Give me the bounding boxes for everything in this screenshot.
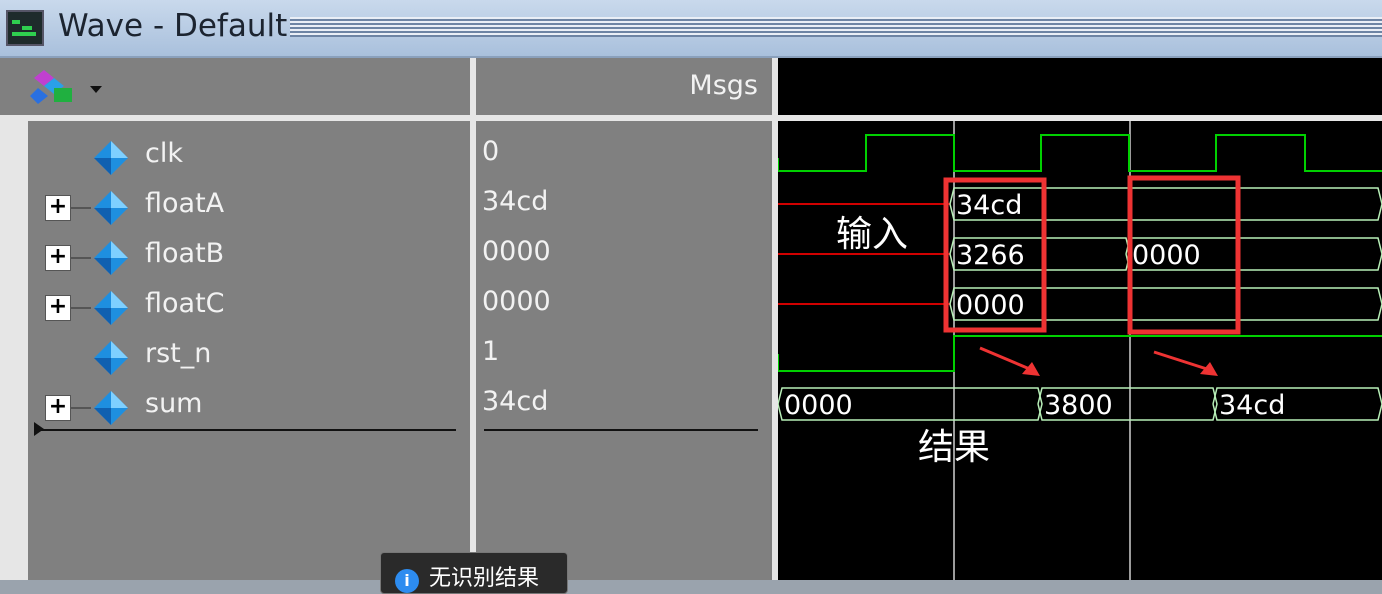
signal-diamond-icon — [92, 339, 130, 377]
signal-diamond-icon — [92, 189, 130, 227]
name-list-end — [38, 429, 456, 431]
signal-diamond-icon — [92, 139, 130, 177]
signal-name[interactable]: sum — [145, 387, 202, 421]
signal-row-floatA[interactable]: + floatA 34cd — [0, 185, 772, 235]
floatB-value-label: 0000 — [1132, 240, 1201, 271]
annotation-arrow — [1153, 350, 1211, 372]
annotation-arrow — [979, 346, 1033, 372]
annotation-arrow-head — [1022, 362, 1040, 376]
signal-name[interactable]: floatB — [145, 237, 224, 271]
signal-value: 0000 — [482, 286, 551, 317]
value-list-end — [484, 429, 758, 431]
recognition-toast: i 无识别结果 — [380, 552, 568, 594]
input-annotation: 输入 — [836, 214, 909, 255]
wave-window-icon[interactable] — [6, 10, 44, 46]
floatB-value-label: 3266 — [956, 240, 1025, 271]
rst-n-trace — [778, 335, 1382, 372]
clk-trace — [778, 134, 1382, 172]
expand-toggle[interactable]: + — [45, 195, 71, 221]
signal-value: 0000 — [482, 236, 551, 267]
waveform-canvas[interactable]: 34cd 3266 0000 0000 0000 3800 34cd — [778, 58, 1382, 580]
signal-value: 1 — [482, 336, 500, 367]
signal-row-floatC[interactable]: + floatC 0000 — [0, 285, 772, 335]
expand-toggle[interactable]: + — [45, 295, 71, 321]
signal-value: 0 — [482, 136, 500, 167]
signal-row-clk[interactable]: clk 0 — [0, 135, 772, 185]
title-bar: Wave - Default — [0, 0, 1382, 58]
signal-row-sum[interactable]: + sum 34cd — [0, 385, 772, 435]
signal-value: 34cd — [482, 186, 549, 217]
signal-name[interactable]: rst_n — [145, 337, 211, 371]
signal-name[interactable]: floatC — [145, 287, 225, 321]
sum-value-label: 3800 — [1044, 390, 1113, 421]
floatA-value-label: 34cd — [956, 190, 1022, 221]
signal-diamond-icon — [92, 389, 130, 427]
insert-marker-icon — [34, 422, 44, 436]
signal-value: 34cd — [482, 386, 549, 417]
signal-row-rst_n[interactable]: rst_n 1 — [0, 335, 772, 385]
name-header-divider — [0, 115, 470, 121]
chevron-down-icon[interactable] — [90, 86, 102, 93]
floatC-value-label: 0000 — [956, 290, 1025, 321]
expand-toggle[interactable]: + — [45, 395, 71, 421]
sum-value-label: 0000 — [784, 390, 853, 421]
signal-diamond-icon — [92, 289, 130, 327]
sum-value-label: 34cd — [1219, 390, 1285, 421]
wave-objects-icon[interactable] — [28, 66, 80, 112]
result-annotation: 结果 — [918, 427, 991, 468]
msgs-header-divider — [476, 115, 772, 121]
info-icon: i — [395, 569, 419, 593]
signal-row-floatB[interactable]: + floatB 0000 — [0, 235, 772, 285]
msgs-column-header[interactable]: Msgs — [476, 70, 758, 101]
tree-connector — [71, 407, 91, 409]
title-grip[interactable] — [290, 17, 1382, 37]
window-title: Wave - Default — [58, 8, 288, 44]
expand-toggle[interactable]: + — [45, 245, 71, 271]
signal-name[interactable]: clk — [145, 137, 183, 171]
tree-connector — [71, 257, 91, 259]
tree-connector — [71, 207, 91, 209]
toast-text: 无识别结果 — [429, 566, 540, 591]
signal-diamond-icon — [92, 239, 130, 277]
signal-name[interactable]: floatA — [145, 187, 224, 221]
tree-connector — [71, 307, 91, 309]
